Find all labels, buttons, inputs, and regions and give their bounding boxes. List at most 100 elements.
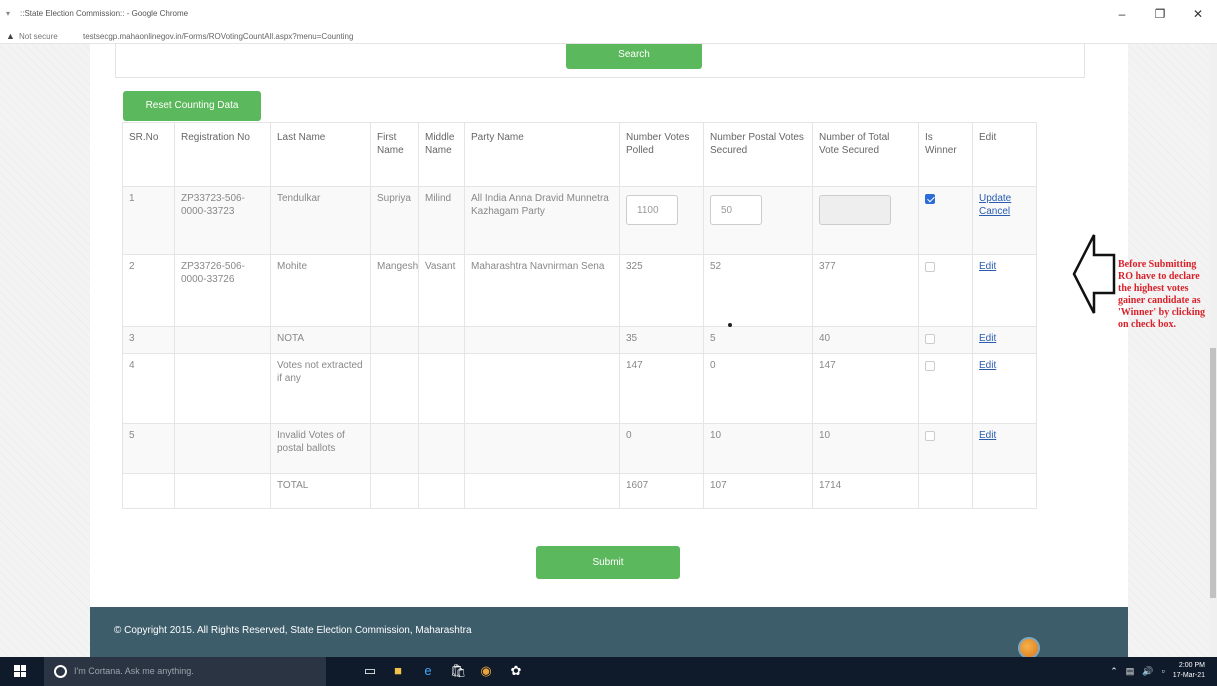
- cell-first-name: Supriya: [370, 186, 419, 255]
- cell-total-votes: 377: [812, 254, 919, 327]
- winner-checkbox[interactable]: [925, 334, 935, 344]
- edge-icon[interactable]: e: [420, 663, 436, 679]
- col-header-postal-votes: Number Postal Votes Secured: [703, 122, 813, 187]
- minimize-icon[interactable]: –: [1103, 0, 1141, 30]
- cell-postal-votes: 5: [703, 326, 813, 354]
- table-row: 1 ZP33723-506-0000-33723 Tendulkar Supri…: [122, 186, 1037, 255]
- file-explorer-icon[interactable]: ■: [390, 663, 406, 679]
- cell-last-name: Tendulkar: [270, 186, 371, 255]
- submit-button[interactable]: Submit: [536, 546, 680, 579]
- clock-date: 17-Mar-21: [1172, 672, 1205, 679]
- edit-link[interactable]: Edit: [979, 332, 1030, 345]
- cell-postal-votes: 50: [703, 186, 813, 255]
- cell-last-name: Mohite: [270, 254, 371, 327]
- cell-is-winner: [918, 254, 973, 327]
- close-icon[interactable]: ✕: [1179, 0, 1217, 30]
- winner-checkbox[interactable]: [925, 262, 935, 272]
- total-votes-secured: 1714: [812, 473, 919, 509]
- notifications-icon[interactable]: ▫: [1162, 666, 1165, 676]
- col-header-first-name: First Name: [370, 122, 419, 187]
- page-viewport: Search Reset Counting Data SR.No Registr…: [0, 44, 1217, 659]
- total-label: TOTAL: [270, 473, 371, 509]
- mouse-cursor-dot: [728, 323, 732, 327]
- warning-icon[interactable]: ▲: [6, 31, 15, 41]
- maximize-icon[interactable]: ❐: [1141, 0, 1179, 30]
- cell-first-name: Mangesh: [370, 254, 419, 327]
- cell-party: [464, 353, 620, 424]
- address-bar[interactable]: ▲ Not secure testsecgp.mahaonlinegov.in/…: [0, 30, 1217, 44]
- chrome-icon[interactable]: ◉: [478, 663, 494, 679]
- chevron-up-icon[interactable]: ⌃: [1110, 666, 1118, 677]
- network-icon[interactable]: ▤: [1126, 666, 1135, 677]
- cell-registration: [174, 353, 271, 424]
- cortana-icon: [54, 665, 67, 678]
- cell-registration: ZP33726-506-0000-33726: [174, 254, 271, 327]
- cell-sr: 1: [122, 186, 175, 255]
- reset-counting-button[interactable]: Reset Counting Data: [123, 91, 261, 121]
- edit-link[interactable]: Edit: [979, 429, 1030, 442]
- clock[interactable]: 2:00 PM 17-Mar-21: [1173, 661, 1205, 681]
- windows-start-icon[interactable]: [14, 665, 26, 677]
- chat-help-icon[interactable]: [1018, 637, 1040, 659]
- cell-middle-name: [418, 353, 465, 424]
- store-icon[interactable]: 🛍: [450, 663, 467, 679]
- cell-registration: ZP33723-506-0000-33723: [174, 186, 271, 255]
- paint-icon[interactable]: ✿: [508, 663, 524, 679]
- edit-link[interactable]: Edit: [979, 260, 1030, 273]
- vote-count-table: SR.No Registration No Last Name First Na…: [122, 122, 1037, 509]
- cell-middle-name: Milind: [418, 186, 465, 255]
- cell-middle-name: [418, 326, 465, 354]
- col-header-total-votes: Number of Total Vote Secured: [812, 122, 919, 187]
- cell-middle-name: [418, 423, 465, 474]
- edit-link[interactable]: Edit: [979, 359, 1030, 372]
- votes-polled-input[interactable]: 1100: [626, 195, 678, 225]
- annotation-note: Before Submitting RO have to declare the…: [1118, 259, 1206, 330]
- cell-total-votes: 40: [812, 326, 919, 354]
- cell-last-name: Votes not extracted if any: [270, 353, 371, 424]
- window-title: ::State Election Commission:: - Google C…: [20, 9, 189, 18]
- cell-total-votes: 147: [812, 353, 919, 424]
- cell-party: [464, 326, 620, 354]
- col-header-last-name: Last Name: [270, 122, 371, 187]
- page-scrollbar[interactable]: [1209, 44, 1217, 657]
- cell-sr: 3: [122, 326, 175, 354]
- winner-checkbox[interactable]: [925, 431, 935, 441]
- search-button[interactable]: Search: [566, 44, 702, 69]
- col-header-registration: Registration No: [174, 122, 271, 187]
- cell-registration: [174, 423, 271, 474]
- task-view-icon[interactable]: ▭: [362, 663, 378, 679]
- cancel-link[interactable]: Cancel: [979, 205, 1030, 218]
- content-container: Search Reset Counting Data SR.No Registr…: [90, 44, 1128, 659]
- cell-edit: Edit: [972, 423, 1037, 474]
- cell-votes-polled: 147: [619, 353, 704, 424]
- volume-icon[interactable]: 🔊: [1142, 666, 1153, 677]
- winner-checkbox[interactable]: [925, 194, 935, 204]
- cell-first-name: [370, 353, 419, 424]
- url-text[interactable]: testsecgp.mahaonlinegov.in/Forms/ROVotin…: [83, 32, 353, 41]
- update-link[interactable]: Update: [979, 192, 1030, 205]
- scrollbar-thumb[interactable]: [1210, 348, 1216, 598]
- cell-votes-polled: 0: [619, 423, 704, 474]
- winner-checkbox[interactable]: [925, 361, 935, 371]
- cell-is-winner: [918, 423, 973, 474]
- system-tray: ⌃ ▤ 🔊 ▫ 2:00 PM 17-Mar-21: [1110, 661, 1205, 681]
- table-row: 5 Invalid Votes of postal ballots 0 10 1…: [122, 423, 1037, 474]
- cell-edit: Edit: [972, 254, 1037, 327]
- col-header-party: Party Name: [464, 122, 620, 187]
- cell-sr: 5: [122, 423, 175, 474]
- cell-is-winner: [918, 186, 973, 255]
- table-row: 3 NOTA 35 5 40 Edit: [122, 326, 1037, 354]
- cell-postal-votes: 52: [703, 254, 813, 327]
- security-label[interactable]: Not secure: [19, 32, 58, 41]
- cell-sr: 2: [122, 254, 175, 327]
- postal-votes-input[interactable]: 50: [710, 195, 762, 225]
- favicon-icon: ▾: [6, 9, 11, 18]
- browser-title-bar: ▾ ::State Election Commission:: - Google…: [0, 0, 1217, 30]
- col-header-is-winner: Is Winner: [918, 122, 973, 187]
- col-header-edit: Edit: [972, 122, 1037, 187]
- table-total-row: TOTAL 1607 107 1714: [122, 473, 1037, 509]
- total-votes-polled: 1607: [619, 473, 704, 509]
- cell-votes-polled: 325: [619, 254, 704, 327]
- cortana-search[interactable]: I'm Cortana. Ask me anything.: [44, 657, 326, 686]
- cell-party: Maharashtra Navnirman Sena: [464, 254, 620, 327]
